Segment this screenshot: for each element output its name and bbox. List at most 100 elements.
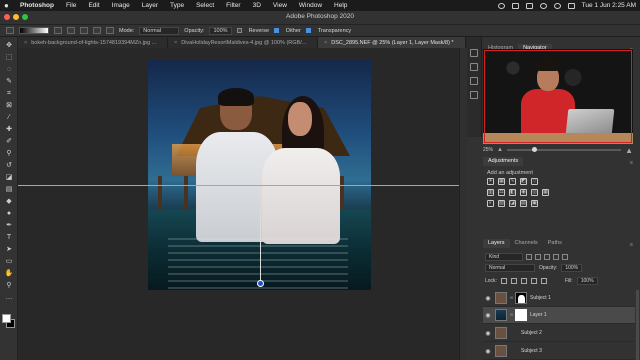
color-lookup-icon[interactable]: ▦ [542,189,549,196]
curves-icon[interactable]: ∿ [509,178,516,185]
foreground-color-swatch[interactable] [2,314,11,323]
menu-file[interactable]: File [66,2,76,9]
move-tool-icon[interactable]: ✥ [4,41,14,51]
blur-tool-icon[interactable]: ◆ [4,197,14,207]
history-brush-tool-icon[interactable]: ↺ [4,161,14,171]
layer-mask-thumbnail[interactable] [515,309,527,321]
dither-checkbox[interactable] [274,28,280,33]
layer-thumbnail[interactable] [495,309,507,321]
menu-app-name[interactable]: Photoshop [20,2,54,9]
apple-icon[interactable]: ● [4,1,12,10]
pen-tool-icon[interactable]: ✒ [4,221,14,231]
channel-mixer-icon[interactable]: ◎ [531,189,538,196]
minimize-window-icon[interactable] [13,14,19,20]
eraser-tool-icon[interactable]: ◪ [4,173,14,183]
opacity-field[interactable]: 100% [209,26,232,35]
frame-tool-icon[interactable]: ⊠ [4,101,14,111]
color-balance-icon[interactable]: ⚖ [498,189,505,196]
tab-paths[interactable]: Paths [543,239,567,248]
quick-select-tool-icon[interactable]: ✎ [4,77,14,87]
stamp-tool-icon[interactable]: ⚲ [4,149,14,159]
tab-layers[interactable]: Layers [483,239,510,248]
zoom-in-icon[interactable]: ▲ [625,146,633,155]
mask-link-icon[interactable]: ∞ [509,312,514,318]
zoom-window-icon[interactable] [22,14,28,20]
blend-mode-dropdown[interactable]: Normal [485,264,535,272]
menu-type[interactable]: Type [170,2,184,9]
menu-layer[interactable]: Layer [142,2,158,9]
hand-tool-icon[interactable]: ✋ [4,269,14,279]
zoom-out-icon[interactable]: ▲ [497,147,503,153]
layer-row-subject-2[interactable]: ◉ Subject 2 [483,325,635,342]
gradient-swatch[interactable] [19,27,49,34]
layer-name[interactable]: Subject 1 [530,295,551,301]
layer-opacity-field[interactable]: 100% [561,264,583,272]
close-tab-icon[interactable]: × [24,40,27,46]
document-image[interactable] [148,60,371,290]
swatches-icon[interactable] [470,77,478,85]
filter-adjustment-icon[interactable] [535,254,541,260]
tab-channels[interactable]: Channels [510,239,543,248]
record-icon[interactable] [497,2,505,9]
reflected-gradient-icon[interactable] [93,27,101,34]
more-tools-icon[interactable]: … [4,293,14,303]
exposure-icon[interactable]: ◩ [520,178,527,185]
menu-image[interactable]: Image [112,2,130,9]
tab-adjustments[interactable]: Adjustments [483,157,524,166]
visibility-eye-icon[interactable]: ◉ [483,330,493,337]
gradient-tool-icon[interactable]: ▤ [4,185,14,195]
menu-help[interactable]: Help [334,2,347,9]
tab-bokeh[interactable]: × bokeh-background-of-lights-1574819394MZ… [18,37,168,48]
type-tool-icon[interactable]: T [4,233,14,243]
tab-diva[interactable]: × DivaHolidayResortMaldives-4.jpg @ 100% … [168,37,318,48]
layer-name[interactable]: Subject 2 [521,330,542,336]
gradient-line[interactable] [260,182,261,283]
menu-select[interactable]: Select [196,2,214,9]
layer-kind-filter[interactable]: Kind [485,253,523,261]
angle-gradient-icon[interactable] [80,27,88,34]
menu-window[interactable]: Window [299,2,322,9]
hue-saturation-icon[interactable]: ▥ [487,189,494,196]
close-window-icon[interactable] [4,14,10,20]
zoom-slider[interactable] [506,147,622,152]
photo-filter-icon[interactable]: ◉ [520,189,527,196]
layer-row-subject-3[interactable]: ◉ Subject 3 [483,343,635,360]
close-tab-icon[interactable]: × [174,40,177,46]
visibility-eye-icon[interactable]: ◉ [483,348,493,355]
panel-menu-icon[interactable]: ≡ [625,242,633,248]
levels-icon[interactable]: ▦ [498,178,505,185]
navigator-view-box[interactable] [484,50,632,143]
search-icon[interactable] [553,2,561,9]
fill-field[interactable]: 100% [576,277,598,285]
horizontal-guide[interactable] [18,185,459,186]
display-icon[interactable] [511,2,519,9]
close-tab-icon[interactable]: × [324,40,327,46]
lock-transparency-icon[interactable] [500,278,507,284]
visibility-eye-icon[interactable]: ◉ [483,295,493,302]
lock-artboard-icon[interactable] [530,278,537,284]
lasso-tool-icon[interactable]: ◌ [4,65,14,75]
menu-3d[interactable]: 3D [253,2,261,9]
navigator-preview[interactable] [483,49,633,144]
crop-tool-icon[interactable]: ⌗ [4,89,14,99]
black-white-icon[interactable]: ◧ [509,189,516,196]
invert-icon[interactable]: ◐ [487,200,494,207]
filter-smart-object-icon[interactable] [562,254,568,260]
mode-dropdown[interactable]: Normal [139,26,180,35]
lock-position-icon[interactable] [520,278,527,284]
tool-preset-icon[interactable] [6,27,14,34]
tab-dsc[interactable]: × DSC_2895.NEF @ 25% (Layer 1, Layer Mask… [318,37,466,48]
layer-mask-thumbnail[interactable] [515,292,527,304]
properties-icon[interactable] [470,49,478,57]
lock-image-icon[interactable] [510,278,517,284]
control-center-icon[interactable] [567,2,575,9]
posterize-icon[interactable]: ▨ [498,200,505,207]
layer-thumbnail[interactable] [495,292,507,304]
filter-pixel-icon[interactable] [526,254,532,260]
linear-gradient-icon[interactable] [54,27,62,34]
layer-name[interactable]: Subject 3 [521,348,542,354]
panel-menu-icon[interactable]: ≡ [625,160,633,166]
brightness-contrast-icon[interactable]: ☀ [487,178,494,185]
zoom-value[interactable]: 25% [483,147,493,153]
radial-gradient-icon[interactable] [67,27,75,34]
